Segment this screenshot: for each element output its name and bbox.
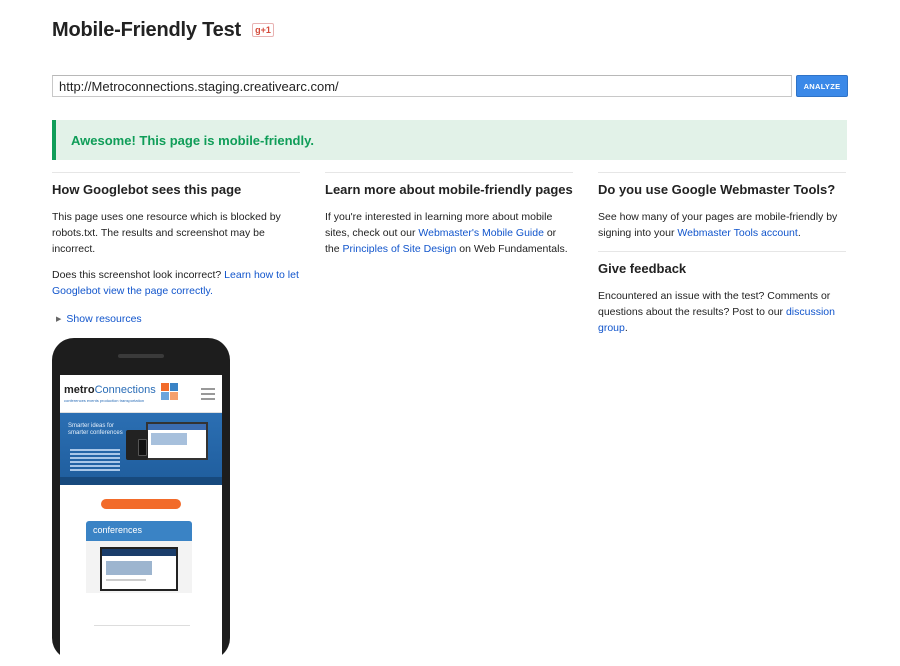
webmaster-heading: Do you use Google Webmaster Tools?	[598, 182, 836, 197]
hero-monitor	[146, 422, 208, 460]
site-design-link[interactable]: Principles of Site Design	[343, 243, 457, 255]
divider	[325, 172, 573, 173]
result-message: Awesome! This page is mobile-friendly.	[71, 132, 314, 148]
conferences-tab: conferences	[86, 521, 192, 541]
webmaster-column: Do you use Google Webmaster Tools? See h…	[598, 172, 846, 346]
header: Mobile-Friendly Test g+1	[52, 18, 274, 42]
hero-text: Smarter ideas for smarter conferences	[68, 423, 123, 436]
incorrect-screenshot-note: Does this screenshot look incorrect? Lea…	[52, 267, 300, 299]
divider	[52, 172, 300, 173]
logo-light: Connections	[94, 384, 156, 396]
phone-speaker	[118, 354, 164, 358]
phone-footer-line	[94, 625, 190, 626]
show-resources-label: Show resources	[66, 313, 142, 325]
hero-bar	[60, 477, 222, 485]
conferences-box	[86, 541, 192, 593]
feedback-text-b: .	[624, 322, 628, 334]
url-form: ANALYZE	[52, 75, 848, 97]
menu-icon	[201, 388, 215, 403]
webmaster-tools-link[interactable]: Webmaster Tools account	[677, 227, 797, 239]
divider	[598, 251, 846, 252]
hero-phone	[138, 439, 147, 456]
analyze-button[interactable]: ANALYZE	[796, 75, 848, 97]
incorrect-screenshot-text: Does this screenshot look incorrect?	[52, 269, 225, 281]
conferences-monitor	[100, 547, 178, 591]
learn-more-heading: Learn more about mobile-friendly pages	[325, 182, 573, 197]
googlebot-heading: How Googlebot sees this page	[52, 182, 242, 197]
phone-preview: metroConnections conferences events prod…	[52, 338, 230, 660]
logo-bold: metro	[64, 384, 95, 396]
site-hero: Smarter ideas for smarter conferences	[60, 413, 222, 485]
page-title: Mobile-Friendly Test	[52, 18, 241, 41]
divider	[598, 172, 846, 173]
google-plus-button[interactable]: g+1	[251, 23, 274, 37]
logo-tagline: conferences events production transporta…	[64, 398, 145, 403]
hero-list	[70, 449, 120, 473]
url-input[interactable]	[52, 75, 792, 97]
schedule-demo-button	[101, 499, 181, 509]
result-banner: Awesome! This page is mobile-friendly.	[52, 120, 847, 160]
feedback-text: Encountered an issue with the test? Comm…	[598, 288, 846, 336]
googlebot-column: How Googlebot sees this page This page u…	[52, 172, 300, 325]
webmaster-text-b: .	[797, 227, 801, 239]
phone-screen: metroConnections conferences events prod…	[60, 375, 222, 660]
show-resources-toggle[interactable]: ▶ Show resources	[56, 313, 300, 325]
mobile-guide-link[interactable]: Webmaster's Mobile Guide	[418, 227, 544, 239]
learn-more-column: Learn more about mobile-friendly pages I…	[325, 172, 573, 267]
site-header: metroConnections conferences events prod…	[60, 375, 222, 413]
webmaster-text: See how many of your pages are mobile-fr…	[598, 209, 846, 241]
learn-text-c: on Web Fundamentals.	[456, 243, 568, 255]
feedback-heading: Give feedback	[598, 261, 687, 276]
blocked-resource-note: This page uses one resource which is blo…	[52, 211, 281, 255]
triangle-right-icon: ▶	[56, 316, 62, 323]
site-logo: metroConnections	[64, 384, 156, 396]
logo-squares-icon	[161, 383, 179, 401]
learn-more-text: If you're interested in learning more ab…	[325, 209, 573, 257]
